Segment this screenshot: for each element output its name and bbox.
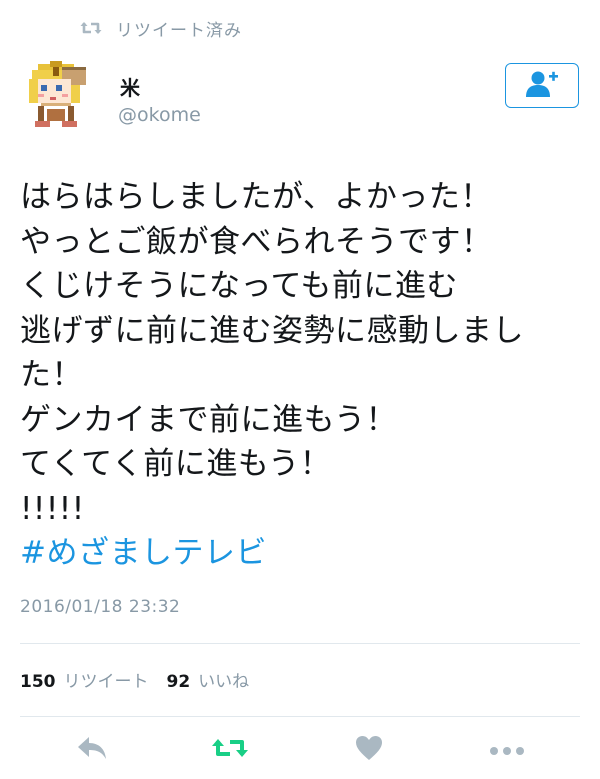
heart-icon (355, 735, 383, 765)
tweet-line: !!!!! (20, 490, 85, 527)
hashtag-link[interactable]: #めざましテレビ (20, 531, 585, 576)
retweet-icon (80, 19, 102, 37)
reply-icon (76, 735, 108, 765)
tweet-line: くじけそうになっても前に進む (20, 268, 458, 304)
avatar[interactable] (20, 58, 98, 136)
divider (20, 643, 580, 644)
user-handle[interactable]: @okome (118, 104, 201, 126)
tweet-stats: 150 リツイート 92 いいね (20, 667, 267, 692)
like-button[interactable] (354, 735, 384, 765)
tweet-line: た！ (20, 357, 83, 393)
tweet-line: ゲンカイまで前に進もう！ (20, 401, 398, 438)
retweeted-header: リツイート済み (80, 15, 242, 41)
tweet-line: はらはらしましたが、よかった！ (20, 179, 492, 215)
tweet-line: やっとご飯が食べられそうです！ (20, 223, 493, 260)
retweeted-label: リツイート済み (116, 20, 242, 41)
tweet-line: 逃げずに前に進む姿勢に感動しまし (20, 312, 524, 349)
tweet-text: はらはらしましたが、よかった！ やっとご飯が食べられそうです！ くじけそうになっ… (20, 175, 585, 576)
more-button[interactable] (488, 735, 526, 765)
reply-button[interactable] (74, 735, 110, 765)
like-count-label[interactable]: いいね (198, 667, 249, 692)
retweet-count[interactable]: 150 (20, 672, 56, 692)
retweet-icon (211, 735, 249, 765)
retweet-count-label[interactable]: リツイート (64, 667, 149, 692)
tweet-timestamp[interactable]: 2016/01/18 23:32 (20, 597, 180, 617)
tweet-line: てくてく前に進もう！ (20, 446, 332, 482)
follow-button[interactable] (505, 63, 579, 108)
add-user-icon (525, 70, 559, 102)
more-icon (489, 741, 525, 760)
user-name[interactable]: 米 (120, 72, 140, 101)
divider (20, 716, 580, 717)
like-count[interactable]: 92 (167, 672, 191, 692)
retweet-button[interactable] (210, 735, 250, 765)
